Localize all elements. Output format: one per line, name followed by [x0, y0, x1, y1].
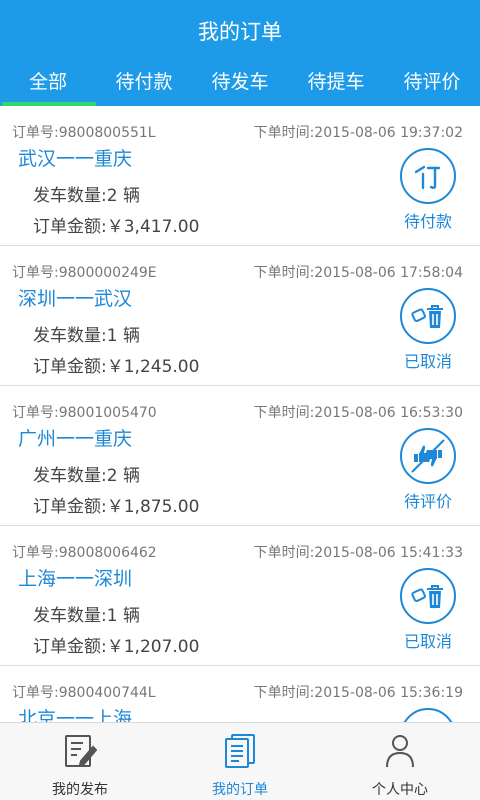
- status-label: 待付款: [403, 212, 452, 231]
- tab-pending-payment[interactable]: 待付款: [96, 62, 192, 106]
- trash-icon: [400, 288, 456, 344]
- publish-icon: [63, 733, 98, 773]
- status-badge[interactable]: [398, 708, 458, 722]
- tab-pending-pickup[interactable]: 待提车: [288, 62, 384, 106]
- status-label: 待评价: [403, 492, 452, 511]
- order-route: 武汉一一重庆: [18, 148, 133, 170]
- nav-label: 我的发布: [52, 782, 108, 798]
- order-route: 广州一一重庆: [18, 428, 133, 450]
- app: 我的订单 全部 待付款 待发车 待提车 待评价 订单号:9800800551L …: [0, 0, 480, 800]
- status-label: 已取消: [403, 352, 452, 371]
- order-route: 深圳一一武汉: [18, 288, 133, 310]
- order-item[interactable]: 订单号:98008006462 下单时间:2015-08-06 15:41:33…: [0, 526, 480, 666]
- order-number: 订单号:9800000249E: [12, 265, 157, 281]
- page-title: 我的订单: [198, 20, 282, 44]
- order-number: 订单号:98008006462: [12, 545, 157, 561]
- order-route: 北京一一上海: [18, 708, 133, 722]
- tab-pending-review[interactable]: 待评价: [384, 62, 480, 106]
- nav-my-publish[interactable]: 我的发布: [0, 723, 160, 800]
- tab-all[interactable]: 全部: [0, 62, 96, 106]
- order-amount: 订单金额:￥1,207.00: [33, 637, 200, 657]
- order-item[interactable]: 订单号:9800400744L 下单时间:2015-08-06 15:36:19…: [0, 666, 480, 722]
- nav-my-orders[interactable]: 我的订单: [160, 723, 320, 800]
- status-icon: [400, 708, 456, 722]
- bottom-nav: 我的发布 我的订单 个人中心: [0, 722, 480, 800]
- order-number: 订单号:9800400744L: [12, 685, 156, 701]
- order-amount: 订单金额:￥1,875.00: [33, 497, 200, 517]
- nav-label: 我的订单: [212, 782, 268, 798]
- order-item[interactable]: 订单号:9800800551L 下单时间:2015-08-06 19:37:02…: [0, 106, 480, 246]
- order-item[interactable]: 订单号:9800000249E 下单时间:2015-08-06 17:58:04…: [0, 246, 480, 386]
- order-time: 下单时间:2015-08-06 15:41:33: [253, 545, 463, 561]
- order-number: 订单号:98001005470: [12, 405, 157, 421]
- status-cancelled[interactable]: 已取消: [398, 568, 458, 652]
- order-number: 订单号:9800800551L: [12, 125, 156, 141]
- order-time: 下单时间:2015-08-06 19:37:02: [253, 125, 463, 141]
- status-label: 已取消: [403, 632, 452, 651]
- order-item[interactable]: 订单号:98001005470 下单时间:2015-08-06 16:53:30…: [0, 386, 480, 526]
- order-amount: 订单金额:￥1,245.00: [33, 357, 200, 377]
- nav-label: 个人中心: [372, 782, 428, 798]
- order-quantity: 发车数量:1 辆: [33, 326, 140, 346]
- thumbs-icon: [400, 428, 456, 484]
- pay-icon: [400, 148, 456, 204]
- order-tabs: 全部 待付款 待发车 待提车 待评价: [0, 62, 480, 106]
- status-review-button[interactable]: 待评价: [398, 428, 458, 512]
- order-amount: 订单金额:￥3,417.00: [33, 217, 200, 237]
- nav-personal-center[interactable]: 个人中心: [320, 723, 480, 800]
- order-route: 上海一一深圳: [18, 568, 133, 590]
- order-time: 下单时间:2015-08-06 15:36:19: [253, 685, 463, 701]
- order-quantity: 发车数量:2 辆: [33, 466, 140, 486]
- order-list[interactable]: 订单号:9800800551L 下单时间:2015-08-06 19:37:02…: [0, 106, 480, 722]
- user-icon: [383, 733, 417, 773]
- trash-icon: [400, 568, 456, 624]
- title-bar: 我的订单: [0, 0, 480, 62]
- tab-pending-departure[interactable]: 待发车: [192, 62, 288, 106]
- order-time: 下单时间:2015-08-06 17:58:04: [253, 265, 463, 281]
- order-quantity: 发车数量:1 辆: [33, 606, 140, 626]
- status-pay-button[interactable]: 待付款: [398, 148, 458, 232]
- order-time: 下单时间:2015-08-06 16:53:30: [253, 405, 463, 421]
- status-cancelled[interactable]: 已取消: [398, 288, 458, 372]
- orders-icon: [223, 733, 257, 773]
- order-quantity: 发车数量:2 辆: [33, 186, 140, 206]
